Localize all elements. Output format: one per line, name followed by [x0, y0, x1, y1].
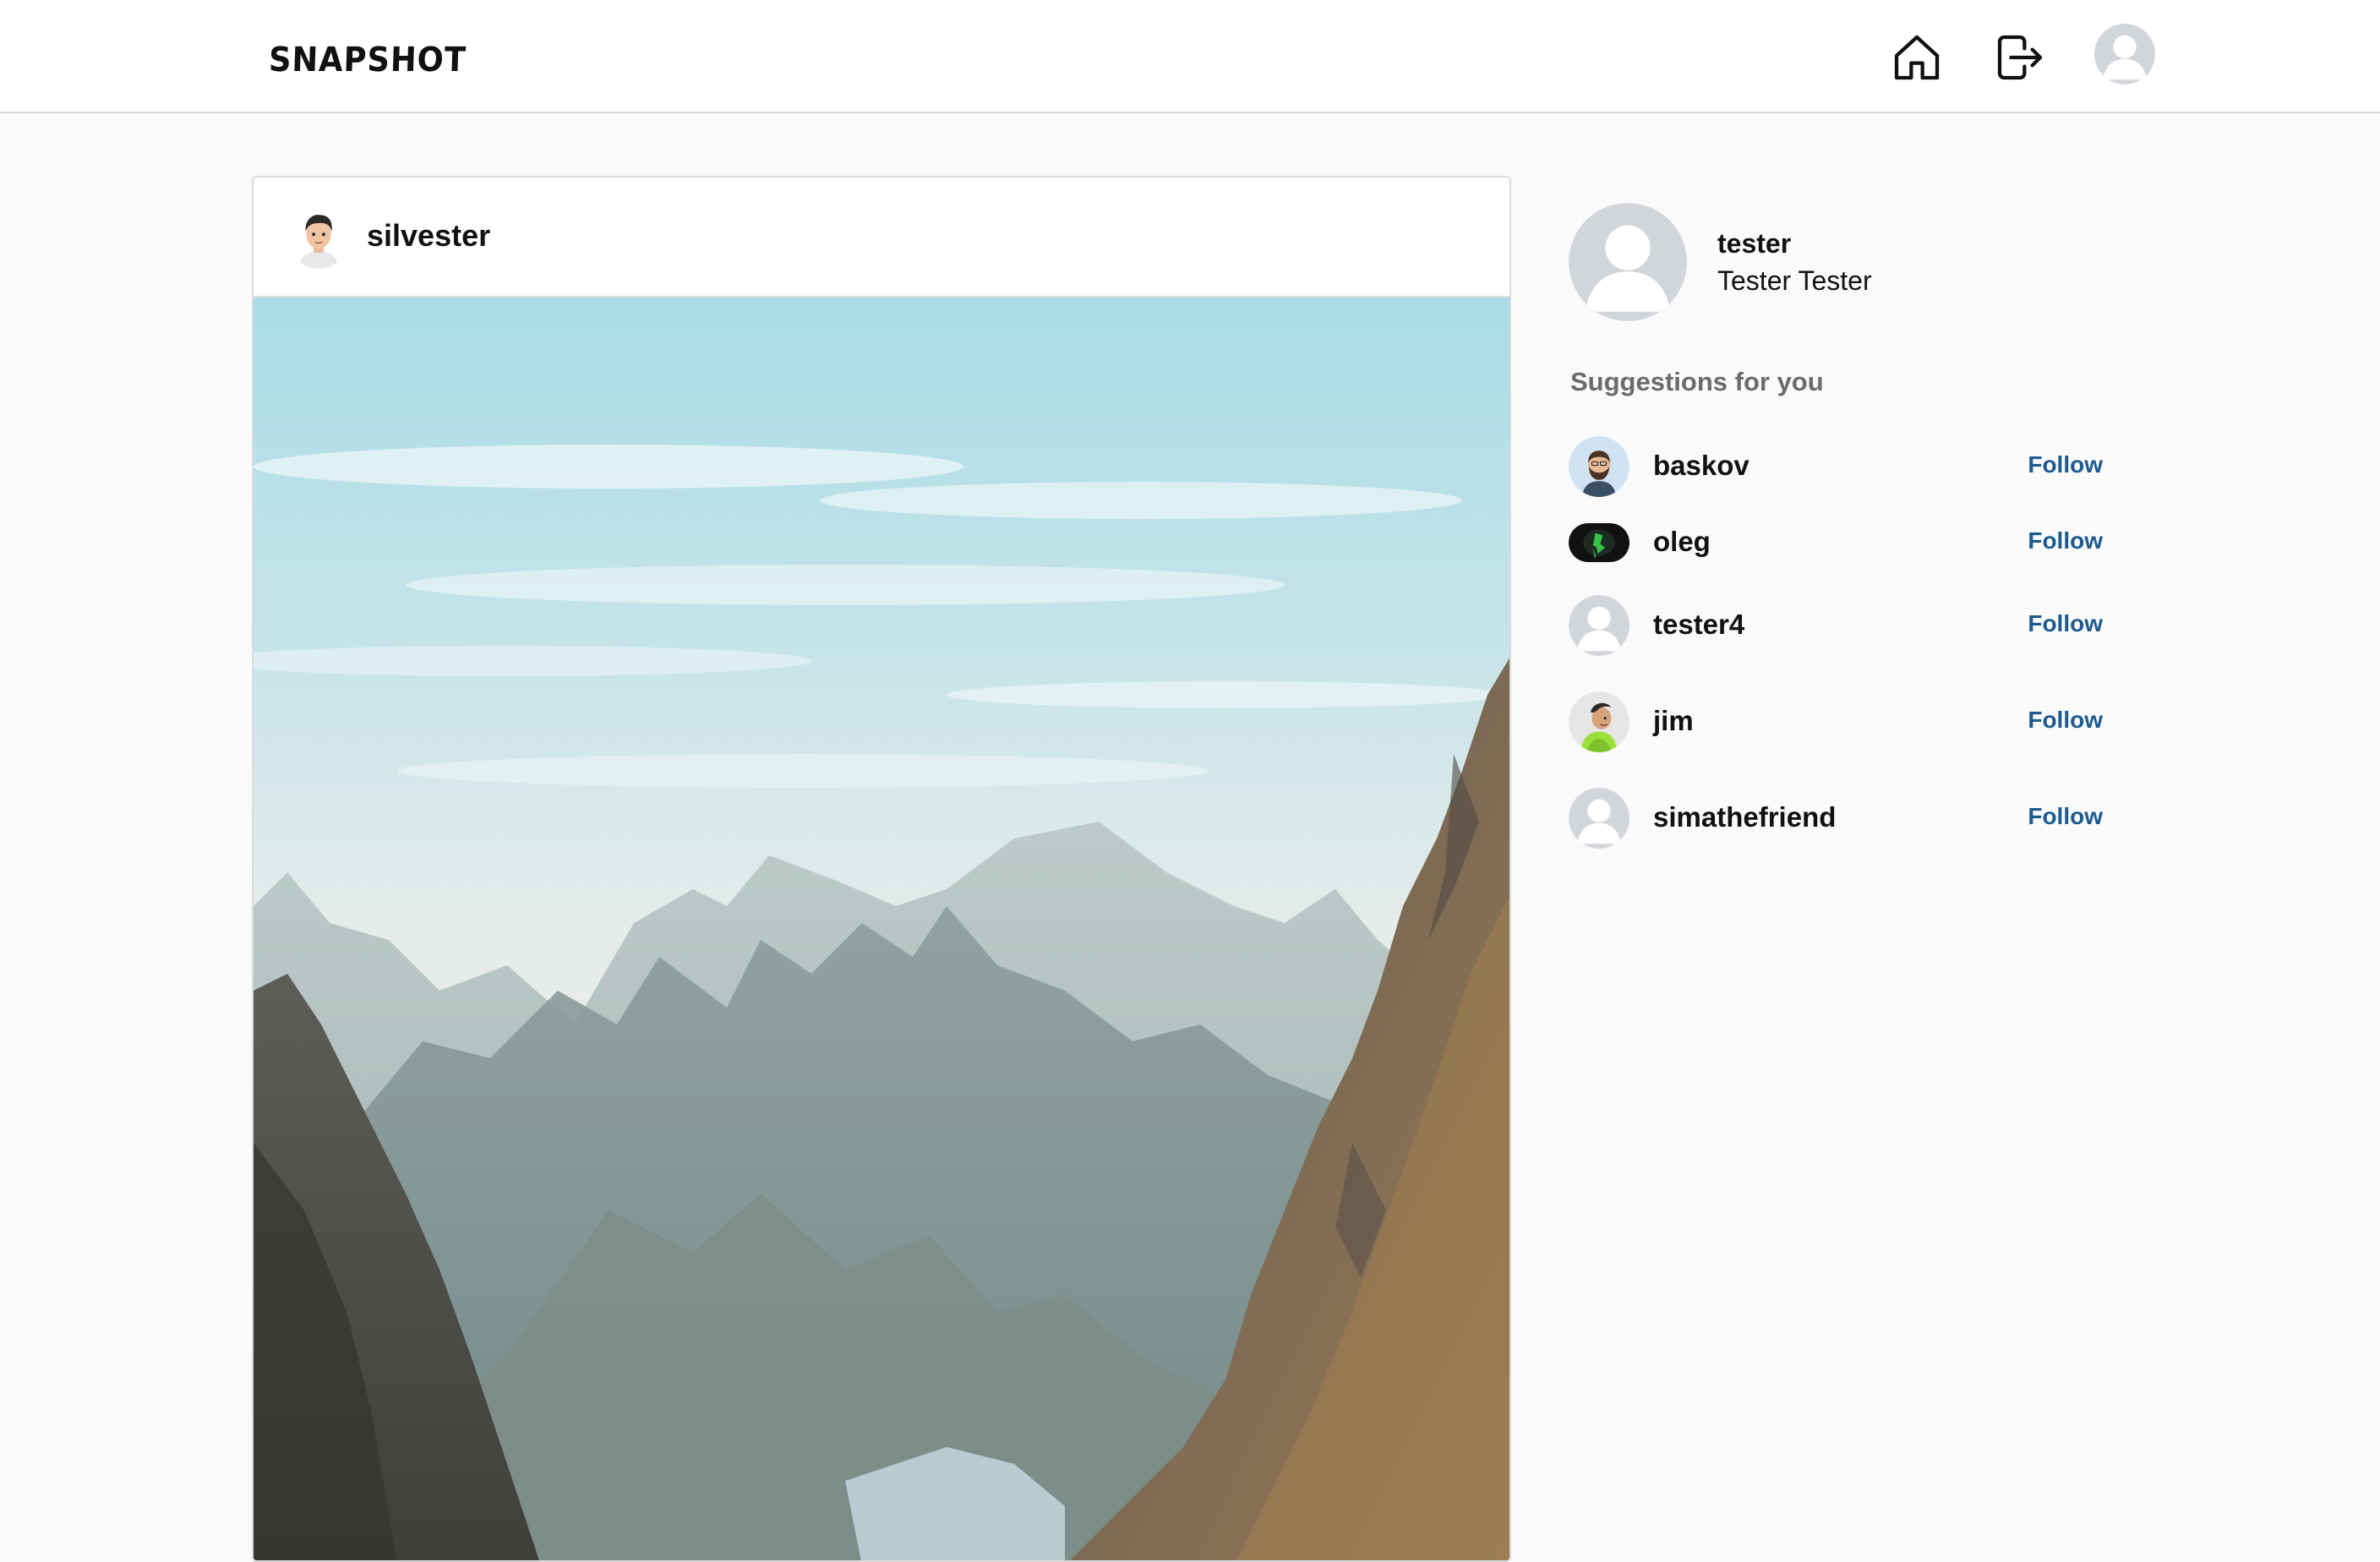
logout-icon	[1997, 35, 2043, 80]
suggestion-avatar[interactable]	[1569, 691, 1629, 752]
current-user-avatar[interactable]	[1569, 203, 1687, 321]
suggestion-username[interactable]: oleg	[1653, 526, 1711, 558]
follow-button[interactable]: Follow	[2028, 451, 2103, 478]
home-button[interactable]	[1885, 25, 1949, 90]
suggestion-username[interactable]: simathefriend	[1653, 801, 1836, 833]
app-logo[interactable]: SNAPSHOT	[268, 41, 467, 79]
profile-avatar-button[interactable]	[2093, 22, 2157, 86]
follow-button[interactable]: Follow	[2028, 707, 2103, 734]
suggestion-item: jim Follow	[1569, 691, 2126, 756]
follow-button[interactable]: Follow	[2028, 610, 2103, 637]
follow-button[interactable]: Follow	[2028, 527, 2103, 554]
home-icon	[1894, 35, 1940, 80]
suggestion-item: baskov Follow	[1569, 436, 2126, 500]
suggestion-avatar[interactable]	[1569, 595, 1629, 656]
post-header: silvester	[254, 178, 1509, 298]
suggestion-item: tester4 Follow	[1569, 595, 2126, 659]
suggestion-avatar[interactable]	[1569, 788, 1629, 849]
post-card: silvester	[252, 176, 1511, 1562]
suggestion-username[interactable]: jim	[1653, 705, 1694, 737]
suggestions-heading: Suggestions for you	[1570, 367, 1824, 396]
logout-button[interactable]	[1988, 25, 2052, 90]
suggestion-username[interactable]: baskov	[1653, 450, 1750, 482]
suggestion-avatar[interactable]	[1569, 523, 1629, 562]
default-avatar-icon	[1569, 595, 1629, 656]
current-user-username[interactable]: tester	[1717, 228, 1791, 259]
post-author-username[interactable]: silvester	[367, 218, 490, 254]
bearded-man-avatar	[1569, 436, 1629, 497]
suggestion-avatar[interactable]	[1569, 436, 1629, 497]
default-avatar-icon	[2094, 24, 2155, 85]
suggestion-username[interactable]: tester4	[1653, 609, 1744, 641]
follow-button[interactable]: Follow	[2028, 803, 2103, 830]
dark-green-figure-avatar	[1569, 523, 1629, 562]
mountain-landscape-photo	[254, 298, 1509, 1560]
default-avatar-icon	[1569, 203, 1687, 321]
default-avatar-icon	[1569, 788, 1629, 849]
current-user-fullname: Tester Tester	[1717, 265, 1872, 296]
cartoon-character-avatar	[1569, 691, 1629, 752]
post-image[interactable]	[254, 298, 1509, 1560]
top-navbar: SNAPSHOT	[0, 0, 2380, 113]
suggestion-item: oleg Follow	[1569, 512, 2126, 576]
suggestion-item: simathefriend Follow	[1569, 788, 2126, 852]
post-author-avatar[interactable]	[287, 206, 350, 269]
